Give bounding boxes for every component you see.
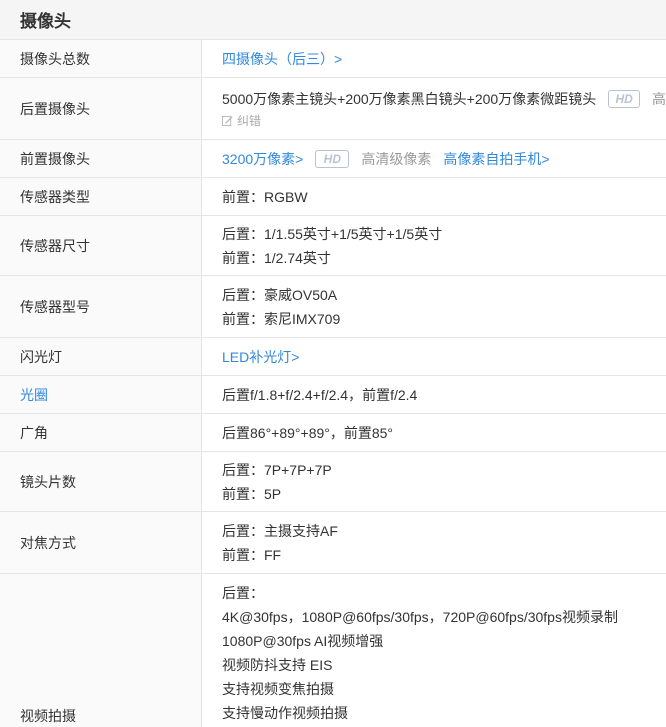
spec-table: 摄像头总数 四摄像头（后三）> 后置摄像头 5000万像素主镜头+200万像素黑… <box>0 40 666 727</box>
section-title: 摄像头 <box>20 12 71 31</box>
correct-link[interactable]: 纠错 <box>222 111 666 131</box>
spec-line: 支持慢动作视频拍摄 <box>222 705 348 721</box>
spec-label-sensor-model: 传感器型号 <box>0 276 202 337</box>
spec-row-sensor-size: 传感器尺寸 后置：1/1.55英寸+1/5英寸+1/5英寸 前置：1/2.74英… <box>0 216 666 276</box>
spec-value-lens-count: 后置：7P+7P+7P 前置：5P <box>202 452 666 511</box>
spec-label-wide-angle: 广角 <box>0 414 202 451</box>
spec-line: 后置86°+89°+89°，前置85° <box>222 424 394 441</box>
spec-value-sensor-model: 后置：豪威OV50A 前置：索尼IMX709 <box>202 276 666 337</box>
spec-label-flash: 闪光灯 <box>0 338 202 375</box>
spec-label-lens-count: 镜头片数 <box>0 452 202 511</box>
spec-value-aperture: 后置f/1.8+f/2.4+f/2.4，前置f/2.4 <box>202 376 666 413</box>
section-header: 摄像头 <box>0 0 666 40</box>
spec-label-front-camera: 前置摄像头 <box>0 140 202 177</box>
flash-link[interactable]: LED补光灯> <box>222 345 299 369</box>
spec-value-front-camera: 3200万像素> HD 高清级像素 高像素自拍手机> <box>202 140 666 177</box>
spec-line: 后置：主摄支持AF <box>222 522 338 539</box>
spec-row-flash: 闪光灯 LED补光灯> <box>0 338 666 376</box>
hd-badge-icon: HD <box>608 89 640 108</box>
spec-value-camera-total: 四摄像头（后三）> <box>202 40 666 77</box>
spec-value-focus: 后置：主摄支持AF 前置：FF <box>202 512 666 573</box>
spec-line: 后置：7P+7P+7P <box>222 461 332 478</box>
spec-row-wide-angle: 广角 后置86°+89°+89°，前置85° <box>0 414 666 452</box>
spec-row-lens-count: 镜头片数 后置：7P+7P+7P 前置：5P <box>0 452 666 512</box>
spec-value-video: 后置： 4K@30fps，1080P@60fps/30fps，720P@60fp… <box>202 574 666 727</box>
correct-label: 纠错 <box>237 114 262 128</box>
spec-label-focus: 对焦方式 <box>0 512 202 573</box>
spec-line: 前置：5P <box>222 485 282 502</box>
hd-badge-icon: HD <box>315 149 350 168</box>
front-camera-link[interactable]: 3200万像素> <box>222 147 303 171</box>
spec-value-rear-camera: 5000万像素主镜头+200万像素黑白镜头+200万像素微距镜头 HD 高 纠错 <box>202 78 666 139</box>
spec-label-video: 视频拍摄 <box>0 574 202 727</box>
spec-row-focus: 对焦方式 后置：主摄支持AF 前置：FF <box>0 512 666 574</box>
spec-value-flash: LED补光灯> <box>202 338 666 375</box>
spec-line: 后置f/1.8+f/2.4+f/2.4，前置f/2.4 <box>222 386 418 403</box>
spec-line: 前置：RGBW <box>222 188 308 205</box>
spec-value-wide-angle: 后置86°+89°+89°，前置85° <box>202 414 666 451</box>
spec-row-front-camera: 前置摄像头 3200万像素> HD 高清级像素 高像素自拍手机> <box>0 140 666 178</box>
camera-total-link[interactable]: 四摄像头（后三）> <box>222 47 342 71</box>
spec-value-sensor-size: 后置：1/1.55英寸+1/5英寸+1/5英寸 前置：1/2.74英寸 <box>202 216 666 275</box>
camera-spec-panel: 摄像头 摄像头总数 四摄像头（后三）> 后置摄像头 5000万像素主镜头+200… <box>0 0 666 727</box>
rear-hd-trailing-text: 高 <box>652 90 666 107</box>
spec-label-sensor-size: 传感器尺寸 <box>0 216 202 275</box>
spec-row-rear-camera: 后置摄像头 5000万像素主镜头+200万像素黑白镜头+200万像素微距镜头 H… <box>0 78 666 140</box>
pencil-icon <box>222 115 233 126</box>
spec-line: 后置：豪威OV50A <box>222 286 338 303</box>
selfie-phone-link[interactable]: 高像素自拍手机> <box>443 147 549 171</box>
spec-row-video: 视频拍摄 后置： 4K@30fps，1080P@60fps/30fps，720P… <box>0 574 666 727</box>
spec-line: 1080P@30fps AI视频增强 <box>222 633 384 649</box>
spec-line: 前置：1/2.74英寸 <box>222 249 331 266</box>
spec-line: 后置： <box>222 585 264 601</box>
spec-line: 支持视频变焦拍摄 <box>222 681 334 697</box>
spec-line: 视频防抖支持 EIS <box>222 657 333 673</box>
spec-value-sensor-type: 前置：RGBW <box>202 178 666 215</box>
front-hd-desc: 高清级像素 <box>361 150 432 167</box>
spec-line: 前置：索尼IMX709 <box>222 310 341 327</box>
spec-label-sensor-type: 传感器类型 <box>0 178 202 215</box>
rear-camera-text: 5000万像素主镜头+200万像素黑白镜头+200万像素微距镜头 <box>222 90 597 107</box>
spec-label-camera-total: 摄像头总数 <box>0 40 202 77</box>
spec-row-aperture: 光圈 后置f/1.8+f/2.4+f/2.4，前置f/2.4 <box>0 376 666 414</box>
spec-line: 前置：FF <box>222 546 282 563</box>
spec-row-sensor-model: 传感器型号 后置：豪威OV50A 前置：索尼IMX709 <box>0 276 666 338</box>
aperture-label-link[interactable]: 光圈 <box>0 376 202 413</box>
spec-line: 后置：1/1.55英寸+1/5英寸+1/5英寸 <box>222 225 443 242</box>
spec-row-camera-total: 摄像头总数 四摄像头（后三）> <box>0 40 666 78</box>
spec-row-sensor-type: 传感器类型 前置：RGBW <box>0 178 666 216</box>
spec-label-rear-camera: 后置摄像头 <box>0 78 202 139</box>
spec-line: 4K@30fps，1080P@60fps/30fps，720P@60fps/30… <box>222 609 618 625</box>
